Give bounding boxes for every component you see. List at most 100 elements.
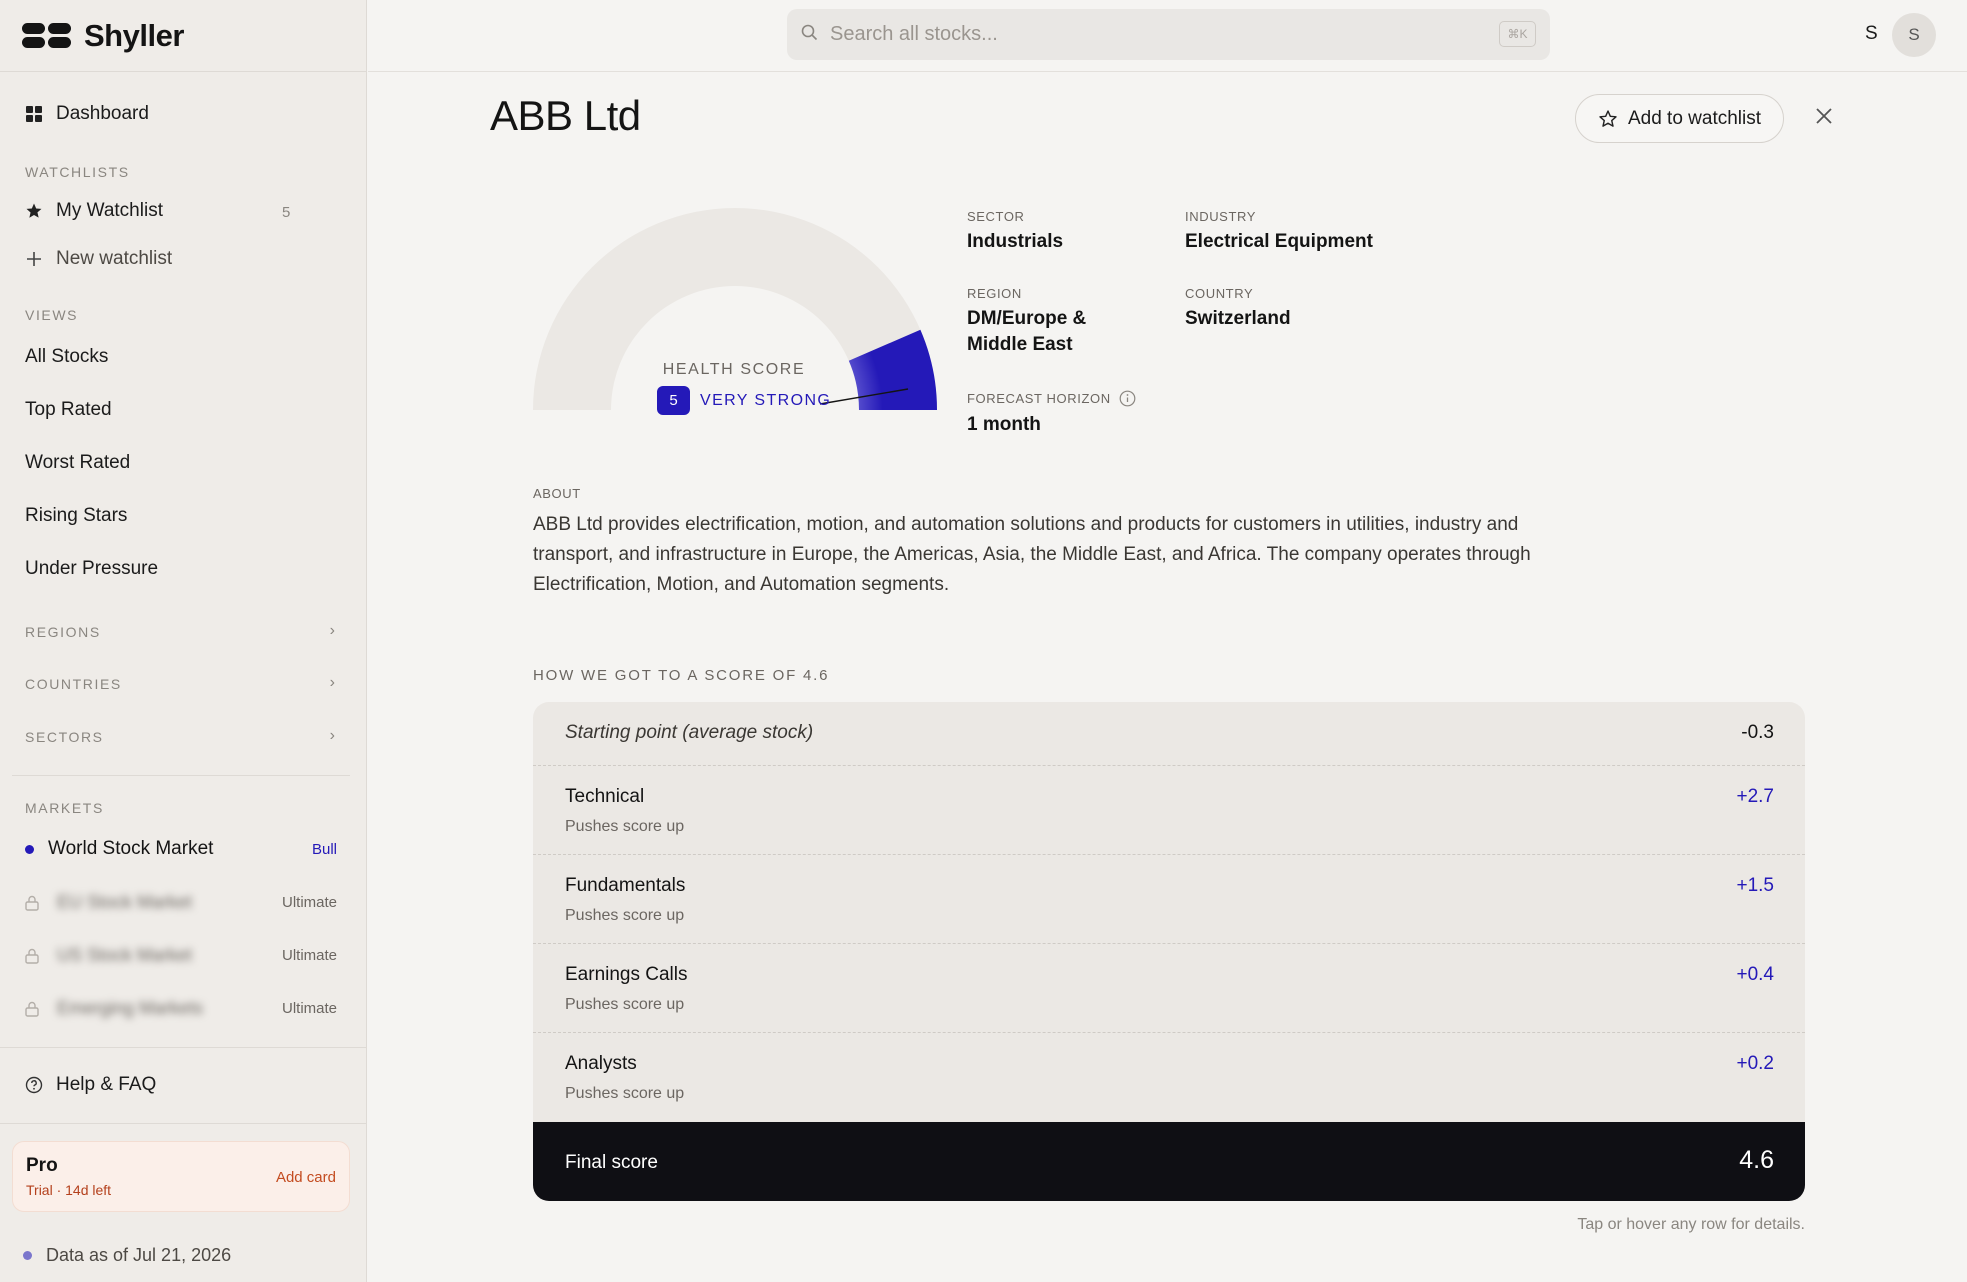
forecast-horizon-value: 1 month (967, 414, 1041, 435)
sidebar-item-label: Top Rated (25, 399, 112, 420)
chevron-right-icon: › (329, 674, 335, 691)
star-filled-icon (25, 202, 43, 220)
health-score-label: HEALTH SCORE (662, 361, 806, 378)
market-item-locked[interactable]: EU Stock Market Ultimate (25, 892, 337, 913)
status-dot (23, 1251, 32, 1260)
data-as-of: Data as of Jul 21, 2026 (23, 1245, 231, 1266)
markets-header: MARKETS (25, 800, 104, 816)
add-to-watchlist-button[interactable]: Add to watchlist (1575, 94, 1784, 143)
lock-icon (25, 948, 39, 964)
star-icon (1598, 109, 1618, 129)
table-row[interactable]: Analysts Pushes score up +0.2 (533, 1033, 1805, 1122)
avatar[interactable]: S (1892, 13, 1936, 57)
row-name: Technical (565, 786, 645, 807)
market-item-world[interactable]: World Stock Market Bull (25, 838, 337, 860)
page-title: ABB Ltd (490, 92, 641, 139)
row-value: +1.5 (1736, 875, 1774, 896)
status-dot (25, 844, 34, 854)
final-score-value: 4.6 (1739, 1146, 1774, 1174)
row-sub: Pushes score up (565, 996, 685, 1013)
group-label: COUNTRIES (25, 676, 122, 692)
user-initial: S (1865, 23, 1878, 44)
final-score-label: Final score (565, 1152, 658, 1173)
market-item-locked[interactable]: US Stock Market Ultimate (25, 945, 337, 966)
market-tag: Ultimate (281, 947, 337, 964)
row-value: -0.3 (1741, 722, 1774, 743)
country-label: COUNTRY (1185, 286, 1254, 301)
row-value: +2.7 (1736, 786, 1774, 807)
market-item-locked[interactable]: Emerging Markets Ultimate (25, 998, 337, 1019)
sidebar-group-regions[interactable]: REGIONS › (0, 620, 367, 644)
row-name: Fundamentals (565, 875, 686, 896)
forecast-horizon-field: FORECAST HORIZON 1 month (967, 390, 1136, 438)
row-value: +0.4 (1736, 964, 1774, 985)
logo-icon (22, 23, 72, 48)
new-watchlist-button[interactable]: New watchlist (25, 248, 172, 270)
row-name: Earnings Calls (565, 964, 688, 985)
table-row[interactable]: Technical Pushes score up +2.7 (533, 766, 1805, 855)
group-label: SECTORS (25, 729, 104, 745)
divider (12, 775, 350, 776)
row-sub: Pushes score up (565, 907, 685, 924)
industry-field: INDUSTRY Electrical Equipment (1185, 209, 1373, 255)
sidebar-item-worst-rated[interactable]: Worst Rated (25, 452, 130, 474)
score-breakdown-header: HOW WE GOT TO A SCORE OF 4.6 (533, 667, 830, 684)
close-button[interactable] (1810, 104, 1838, 132)
lock-icon (25, 895, 39, 911)
plan-card: Pro Trial · 14d left Add card (12, 1141, 350, 1212)
sidebar-item-rising-stars[interactable]: Rising Stars (25, 505, 127, 527)
chevron-right-icon: › (329, 622, 335, 639)
add-to-watchlist-label: Add to watchlist (1627, 107, 1762, 129)
sector-value: Industrials (967, 231, 1064, 252)
country-value: Switzerland (1185, 308, 1291, 329)
sidebar-item-all-stocks[interactable]: All Stocks (25, 346, 108, 368)
row-name: Analysts (565, 1053, 637, 1074)
table-row[interactable]: Fundamentals Pushes score up +1.5 (533, 855, 1805, 944)
region-value: DM/Europe & Middle East (967, 308, 1087, 355)
sidebar-item-top-rated[interactable]: Top Rated (25, 399, 112, 421)
region-label: REGION (967, 286, 1022, 301)
table-row[interactable]: Earnings Calls Pushes score up +0.4 (533, 944, 1805, 1033)
market-tag: Bull (311, 840, 337, 858)
sector-label: SECTOR (967, 209, 1025, 224)
add-card-button[interactable]: Add card (276, 1169, 336, 1186)
help-link[interactable]: Help & FAQ (25, 1074, 156, 1096)
sector-field: SECTOR Industrials (967, 209, 1063, 255)
health-score-badge: 5 VERY STRONG (657, 386, 831, 415)
table-row[interactable]: Starting point (average stock) -0.3 (533, 702, 1805, 766)
sidebar-item-label: Rising Stars (25, 505, 128, 526)
forecast-horizon-label: FORECAST HORIZON (967, 391, 1111, 406)
sidebar: Shyller Dashboard WATCHLISTS My Watchlis… (0, 0, 367, 1282)
app-name: Shyller (84, 17, 184, 53)
sidebar-item-label: Dashboard (56, 103, 149, 124)
final-score-row[interactable]: Final score 4.6 (533, 1122, 1805, 1201)
plus-icon (25, 250, 43, 268)
industry-value: Electrical Equipment (1185, 231, 1373, 252)
logo[interactable]: Shyller (0, 0, 367, 72)
about-label: ABOUT (533, 486, 581, 501)
shortcut-hint: ⌘K (1499, 21, 1536, 47)
sidebar-group-countries[interactable]: COUNTRIES › (0, 672, 367, 696)
sidebar-item-label: All Stocks (25, 346, 109, 367)
divider (0, 1123, 367, 1124)
watchlist-count: 5 (282, 204, 291, 221)
sidebar-item-label: Under Pressure (25, 558, 159, 579)
search-input[interactable] (830, 23, 1470, 46)
sidebar-item-my-watchlist[interactable]: My Watchlist (25, 200, 345, 222)
score-breakdown-table: Starting point (average stock) -0.3 Tech… (533, 702, 1805, 1201)
sidebar-item-under-pressure[interactable]: Under Pressure (25, 558, 158, 580)
market-tag: Ultimate (281, 894, 337, 911)
sidebar-item-dashboard[interactable]: Dashboard (25, 103, 149, 125)
views-header: VIEWS (25, 307, 79, 323)
grid-icon (25, 105, 43, 123)
sidebar-item-label: Worst Rated (25, 452, 131, 473)
help-icon (25, 1076, 43, 1094)
sidebar-group-sectors[interactable]: SECTORS › (0, 725, 367, 749)
close-icon (1814, 106, 1834, 131)
market-name: US Stock Market (57, 945, 193, 965)
help-label: Help & FAQ (56, 1074, 157, 1095)
watchlists-header: WATCHLISTS (25, 164, 130, 180)
info-icon[interactable] (1119, 390, 1136, 407)
search-bar[interactable]: ⌘K (787, 9, 1550, 60)
row-value: +0.2 (1736, 1053, 1774, 1074)
